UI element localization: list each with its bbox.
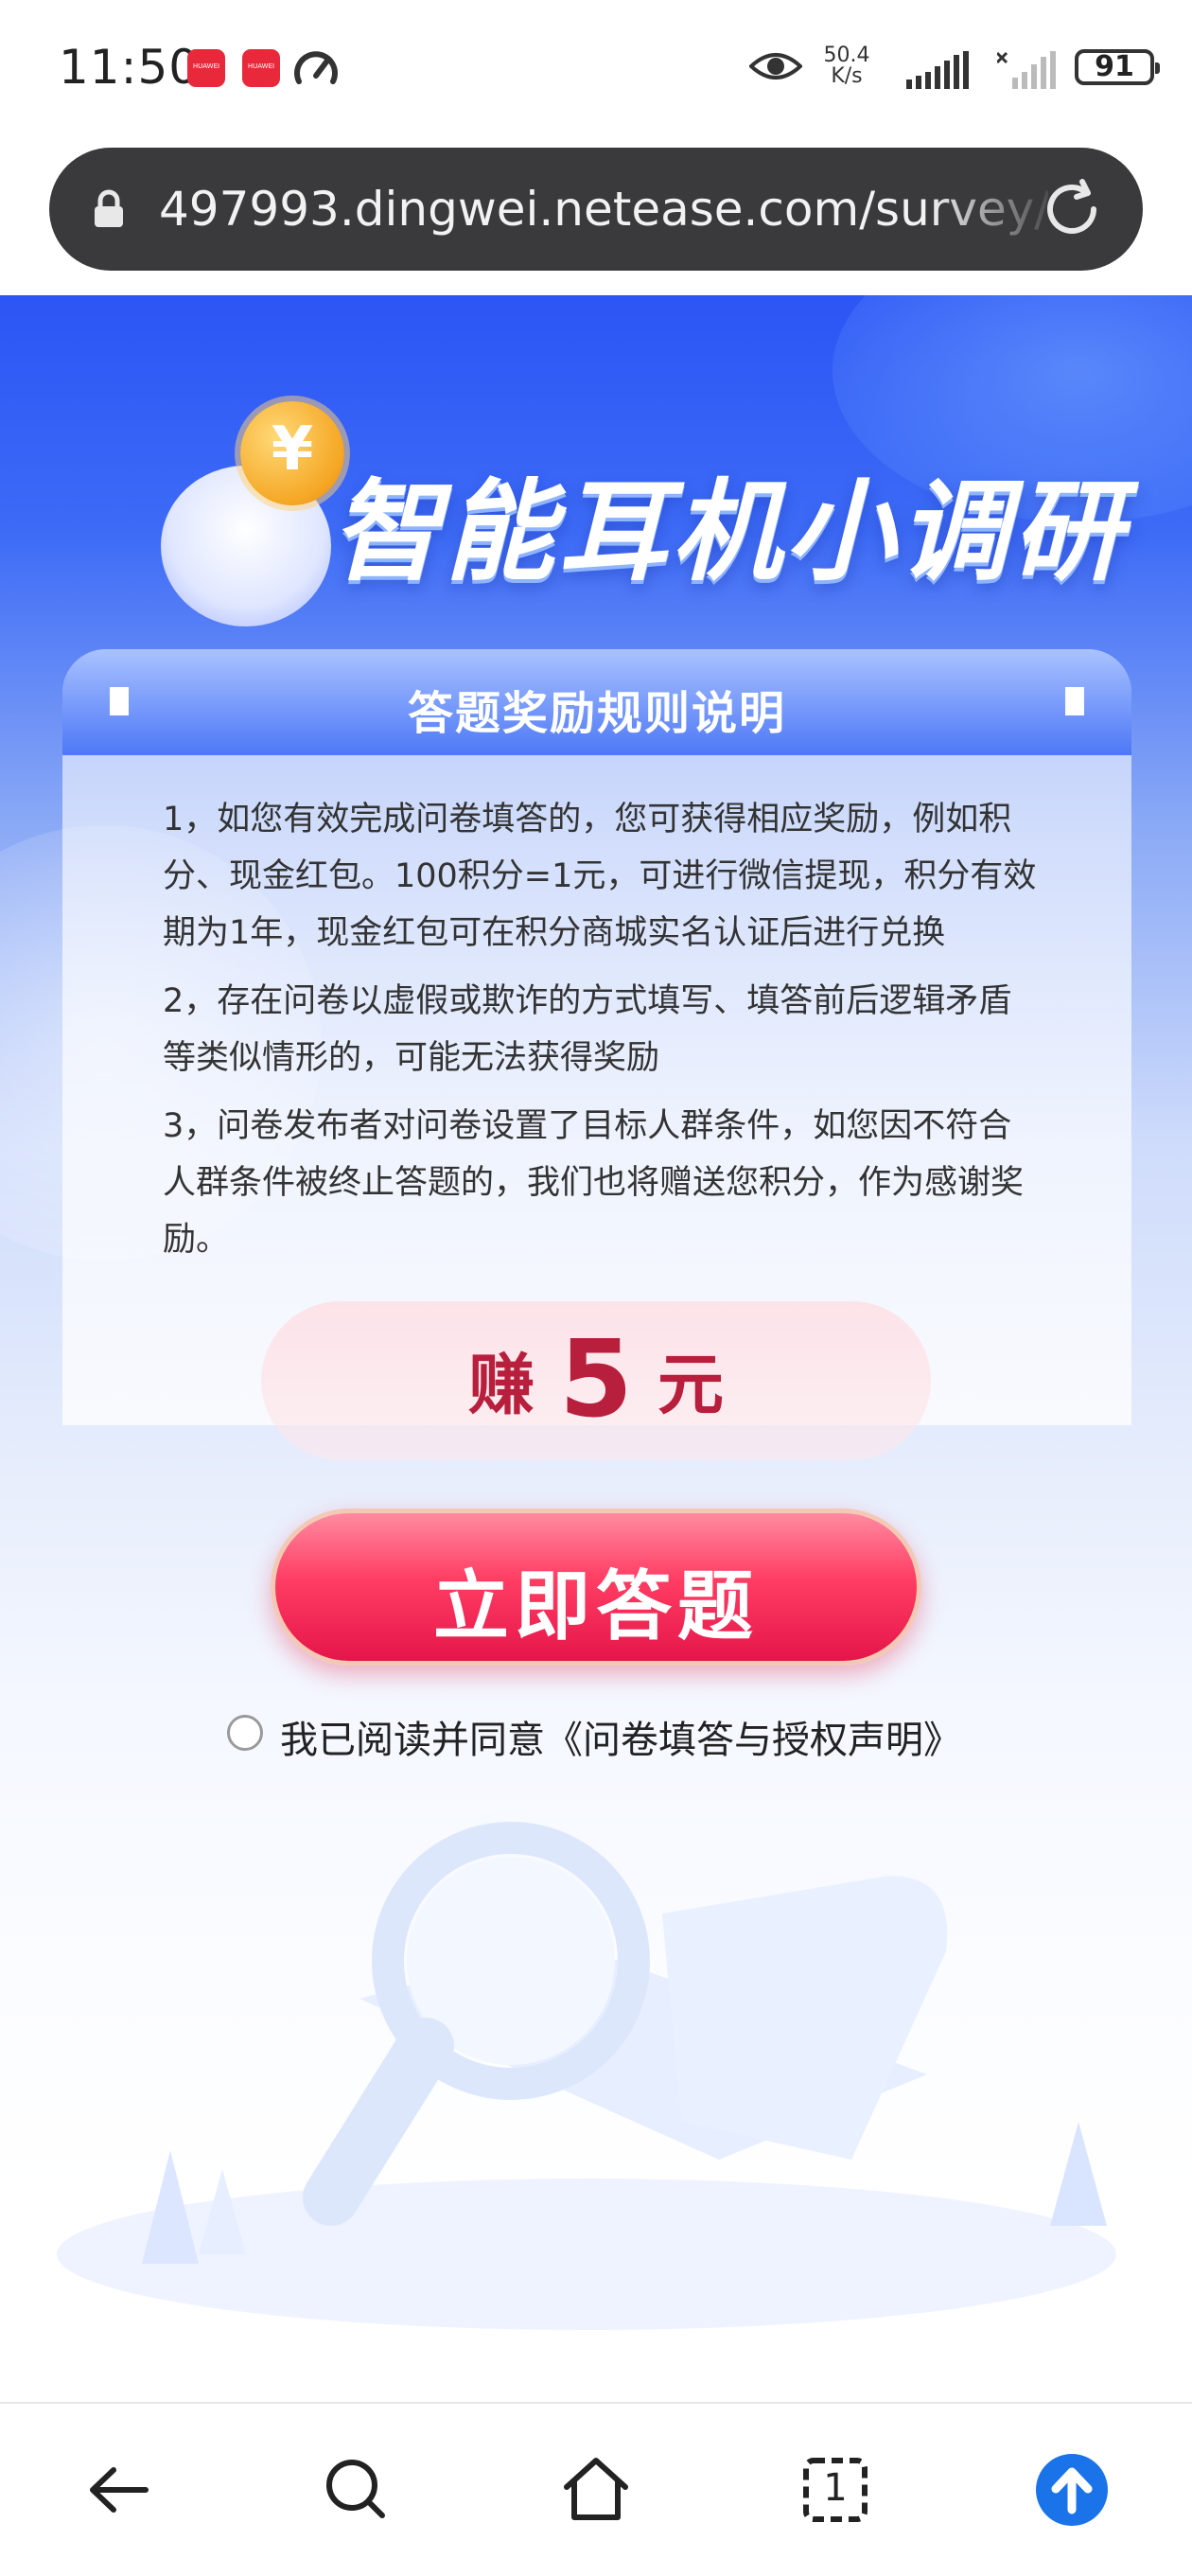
network-speed-unit: K/s [831,64,863,88]
start-survey-label: 立即答题 [433,1562,759,1650]
rule-item: 2，存在问卷以虚假或欺诈的方式填写、填答前后逻辑矛盾等类似情形的，可能无法获得奖… [163,982,1012,1077]
header-decoration [1065,687,1084,715]
address-bar[interactable]: 497993.dingwei.netease.com/survey/8 [49,148,1143,271]
battery-icon: 91 [1075,49,1160,85]
reward-prefix: 赚 [468,1346,535,1424]
rule-item: 1，如您有效完成问卷填答的，您可获得相应奖励，例如积分、现金红包。100积分=1… [163,801,1037,952]
agreement-checkbox[interactable] [227,1715,263,1751]
page-title: 智能耳机小调研 [331,468,1126,596]
tabs-button[interactable]: 1 [793,2447,878,2532]
tab-count: 1 [823,2466,848,2510]
coin-symbol: ¥ [271,415,314,485]
hero-banner: ¥ 智能耳机小调研 [161,399,1126,626]
start-survey-button[interactable]: 立即答题 [271,1509,921,1666]
huawei-app-icon: HUAWEI [187,49,225,87]
huawei-app-icon: HUAWEI [242,49,280,87]
signal-strength-icon [906,51,969,89]
huawei-app-label: HUAWEI [192,62,220,70]
survey-page: ¥ 智能耳机小调研 答题奖励规则说明 1，如您有效完成问卷填答的，您可获得相应奖… [0,295,1192,2402]
rule-item: 3，问卷发布者对问卷设置了目标人群条件，如您因不符合人群条件被终止答题的，我们也… [163,1107,1025,1259]
agreement-text[interactable]: 我已阅读并同意《问卷填答与授权声明》 [280,1709,961,1764]
magnifier-illustration [57,1822,1116,2330]
reward-badge: 赚5元 [261,1301,931,1460]
reward-text: 赚5元 [261,1318,931,1441]
reward-amount: 5 [559,1318,633,1441]
reload-icon[interactable] [1039,176,1105,242]
search-icon[interactable] [314,2447,399,2532]
speedometer-icon [294,51,338,84]
upload-icon[interactable] [1029,2447,1114,2532]
eye-icon [749,53,802,79]
network-speed-value: 50.4 [823,44,870,67]
rules-list: 1，如您有效完成问卷填答的，您可获得相应奖励，例如积分、现金红包。100积分=1… [163,791,1043,1279]
network-speed: 50.4 K/s [814,45,880,87]
lock-icon [95,189,123,227]
status-icons: 50.4 K/s 91 [738,38,1160,95]
status-time: 11:50 [59,40,201,95]
url-text[interactable]: 497993.dingwei.netease.com/survey/8 [159,182,1048,237]
rules-card-title: 答题奖励规则说明 [407,687,786,740]
reward-unit: 元 [657,1346,724,1424]
coin-icon: ¥ [240,401,344,505]
status-bar: 11:50 HUAWEI HUAWEI 50.4 K/s 91 [0,0,1192,142]
rules-card-header: 答题奖励规则说明 [62,649,1131,755]
signal-no-service-icon [997,51,1056,89]
home-icon[interactable] [553,2447,639,2532]
battery-level: 91 [1095,50,1134,83]
huawei-app-label: HUAWEI [247,62,275,70]
browser-bottom-toolbar: 1 [0,2402,1192,2576]
back-icon[interactable] [78,2447,163,2532]
